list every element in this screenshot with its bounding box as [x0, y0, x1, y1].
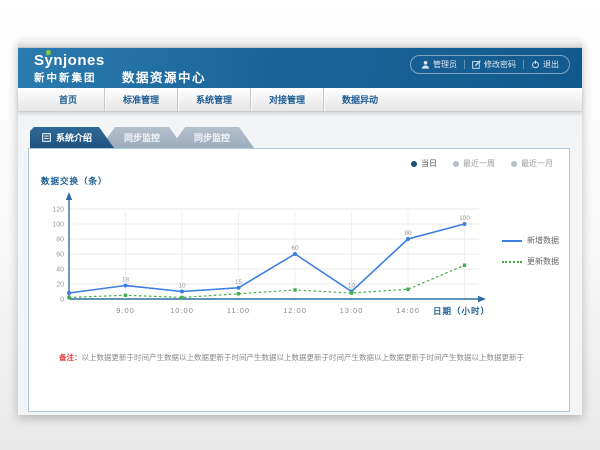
svg-text:60: 60: [56, 252, 64, 259]
current-user-button[interactable]: 管理员: [414, 59, 464, 70]
legend-line-sample: [502, 240, 522, 242]
radio-selected-icon: [411, 161, 417, 167]
svg-text:12:00: 12:00: [283, 306, 307, 315]
svg-text:14:00: 14:00: [396, 306, 420, 315]
power-icon: [531, 60, 540, 69]
change-password-button[interactable]: 修改密码: [465, 59, 523, 70]
tab-sync-monitor-1[interactable]: 同步监控: [100, 127, 184, 148]
remark-prefix: 备注：: [59, 353, 82, 362]
range-option-last-month[interactable]: 最近一月: [511, 158, 553, 169]
svg-text:100: 100: [52, 222, 64, 229]
tab-system-intro[interactable]: 系统介绍: [30, 127, 114, 148]
logo-company-text: 新中新集团: [34, 72, 97, 84]
logout-button[interactable]: 退出: [524, 59, 566, 70]
legend-line-sample: [502, 261, 522, 263]
radio-icon: [511, 161, 517, 167]
svg-text:18: 18: [122, 277, 130, 284]
data-exchange-chart: 0 20 40 60 80 100 120 9:00 10:00 11:00 12:00 13:00 1…: [41, 187, 501, 322]
logo-brand-text: Synjones: [34, 53, 105, 68]
document-icon: [42, 133, 51, 142]
remark-note: 备注：以上数据更新于时间产生数据以上数据更新于时间产生数据以上数据更新于时间产生…: [59, 352, 524, 363]
main-nav: 首页 标准管理 系统管理 对接管理 数据异动: [18, 88, 582, 112]
svg-text:0: 0: [60, 297, 64, 304]
range-option-label: 当日: [421, 158, 437, 169]
legend-label: 新增数据: [527, 235, 559, 246]
current-user-label: 管理员: [433, 59, 457, 70]
svg-text:日期（小时）: 日期（小时）: [433, 306, 490, 316]
svg-text:10: 10: [348, 283, 356, 290]
svg-text:20: 20: [56, 282, 64, 289]
nav-item-standard-management[interactable]: 标准管理: [105, 88, 177, 111]
nav-item-data-change[interactable]: 数据异动: [324, 88, 396, 111]
edit-icon: [472, 60, 481, 69]
page-title: 数据资源中心: [122, 67, 206, 86]
nav-item-docking-management[interactable]: 对接管理: [251, 88, 323, 111]
user-icon: [421, 60, 430, 69]
legend-label: 更新数据: [527, 256, 559, 267]
tab-label: 系统介绍: [56, 131, 92, 144]
svg-text:9:00: 9:00: [116, 306, 135, 315]
app-header: Synjones 新中新集团 数据资源中心 管理员 修改密码: [18, 48, 582, 88]
radio-icon: [453, 161, 459, 167]
range-option-label: 最近一月: [521, 158, 553, 169]
user-toolbar: 管理员 修改密码 退出: [410, 55, 570, 74]
svg-text:40: 40: [56, 267, 64, 274]
svg-text:13:00: 13:00: [340, 306, 364, 315]
remark-text: 以上数据更新于时间产生数据以上数据更新于时间产生数据以上数据更新于时间产生数据以…: [82, 353, 525, 362]
logout-label: 退出: [543, 59, 559, 70]
svg-text:80: 80: [56, 237, 64, 244]
svg-text:11:00: 11:00: [227, 306, 250, 315]
svg-text:60: 60: [291, 245, 299, 252]
legend-item-updated-data[interactable]: 更新数据: [502, 256, 559, 267]
company-logo[interactable]: Synjones 新中新集团: [34, 53, 105, 86]
range-option-today[interactable]: 当日: [411, 158, 437, 169]
chart-legend: 新增数据 更新数据: [502, 235, 559, 267]
nav-item-system-management[interactable]: 系统管理: [178, 88, 250, 111]
app-window: Synjones 新中新集团 数据资源中心 管理员 修改密码: [18, 40, 582, 415]
svg-text:10: 10: [178, 283, 186, 290]
chart-y-axis-title: 数据交换（条）: [41, 175, 108, 187]
data-exchange-chart-svg: 0 20 40 60 80 100 120 9:00 10:00 11:00 12:00 13:00 1…: [41, 187, 501, 322]
legend-item-new-data[interactable]: 新增数据: [502, 235, 559, 246]
svg-text:10:00: 10:00: [170, 306, 194, 315]
svg-text:15: 15: [235, 279, 243, 286]
nav-item-home[interactable]: 首页: [32, 88, 104, 111]
tab-label: 同步监控: [194, 131, 230, 144]
range-option-last-week[interactable]: 最近一周: [453, 158, 495, 169]
tab-sync-monitor-2[interactable]: 同步监控: [170, 127, 254, 148]
range-option-label: 最近一周: [463, 158, 495, 169]
svg-text:80: 80: [404, 230, 412, 237]
tab-bar: 系统介绍 同步监控 同步监控: [30, 127, 254, 148]
tab-label: 同步监控: [124, 131, 160, 144]
content-panel: 当日 最近一周 最近一月 数据交换（条） 0 20 40 60 80 100 120 9:00…: [28, 148, 570, 412]
time-range-options: 当日 最近一周 最近一月: [411, 158, 553, 169]
change-password-label: 修改密码: [484, 59, 516, 70]
svg-text:100: 100: [459, 215, 470, 222]
svg-text:120: 120: [52, 207, 64, 214]
window-top-strip: [18, 40, 582, 48]
